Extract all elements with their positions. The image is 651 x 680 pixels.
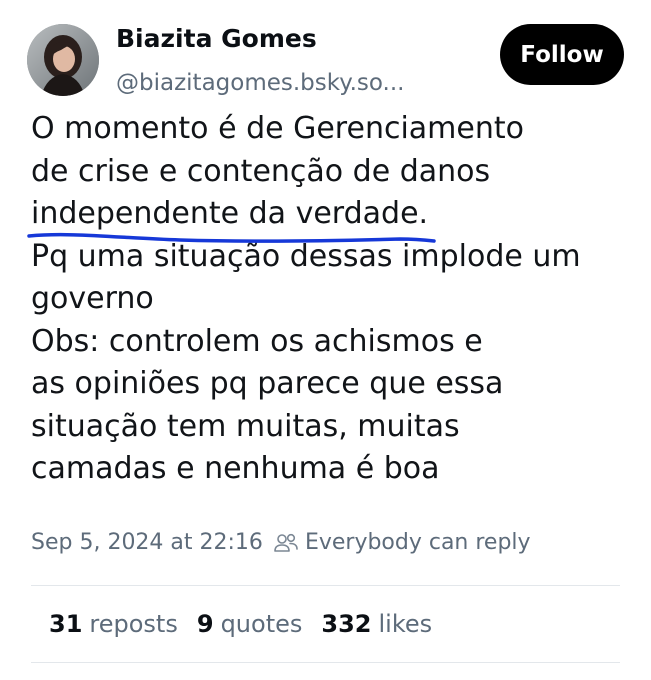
likes-count[interactable]: 332 — [321, 610, 371, 638]
post-text: O momento é de Gerenciamento de crise e … — [31, 108, 631, 491]
people-icon — [273, 531, 299, 555]
divider — [31, 585, 620, 586]
post-line: O momento é de Gerenciamento — [31, 111, 524, 146]
divider — [31, 662, 620, 663]
likes-label[interactable]: likes — [378, 610, 432, 638]
reposts-count[interactable]: 31 — [49, 610, 82, 638]
reply-setting: Everybody can reply — [304, 530, 531, 555]
author-display-name[interactable]: Biazita Gomes — [116, 24, 317, 53]
quotes-label[interactable]: quotes — [221, 610, 303, 638]
post-line: independente da verdade. — [31, 196, 429, 231]
engagement-stats: 31 reposts 9 quotes 332 likes — [49, 610, 451, 638]
reposts-label[interactable]: reposts — [89, 610, 177, 638]
post-line: governo — [31, 281, 154, 316]
follow-button[interactable]: Follow — [500, 24, 624, 85]
avatar[interactable] — [27, 24, 99, 96]
post-line: situação tem muitas, muitas — [31, 408, 460, 444]
quotes-count[interactable]: 9 — [197, 610, 214, 638]
post-meta: Sep 5, 2024 at 22:16 Everybody can reply — [31, 530, 531, 555]
post-timestamp[interactable]: Sep 5, 2024 at 22:16 — [31, 530, 263, 555]
post-line: camadas e nenhuma é boa — [31, 451, 440, 486]
post-line: Pq uma situação dessas implode um — [31, 238, 581, 274]
post-line: Obs: controlem os achismos e — [31, 323, 483, 359]
author-handle[interactable]: @biazitagomes.bsky.so... — [116, 70, 405, 96]
post-line: as opiniões pq parece que essa — [31, 366, 504, 401]
post-line: de crise e contenção de danos — [31, 153, 491, 189]
